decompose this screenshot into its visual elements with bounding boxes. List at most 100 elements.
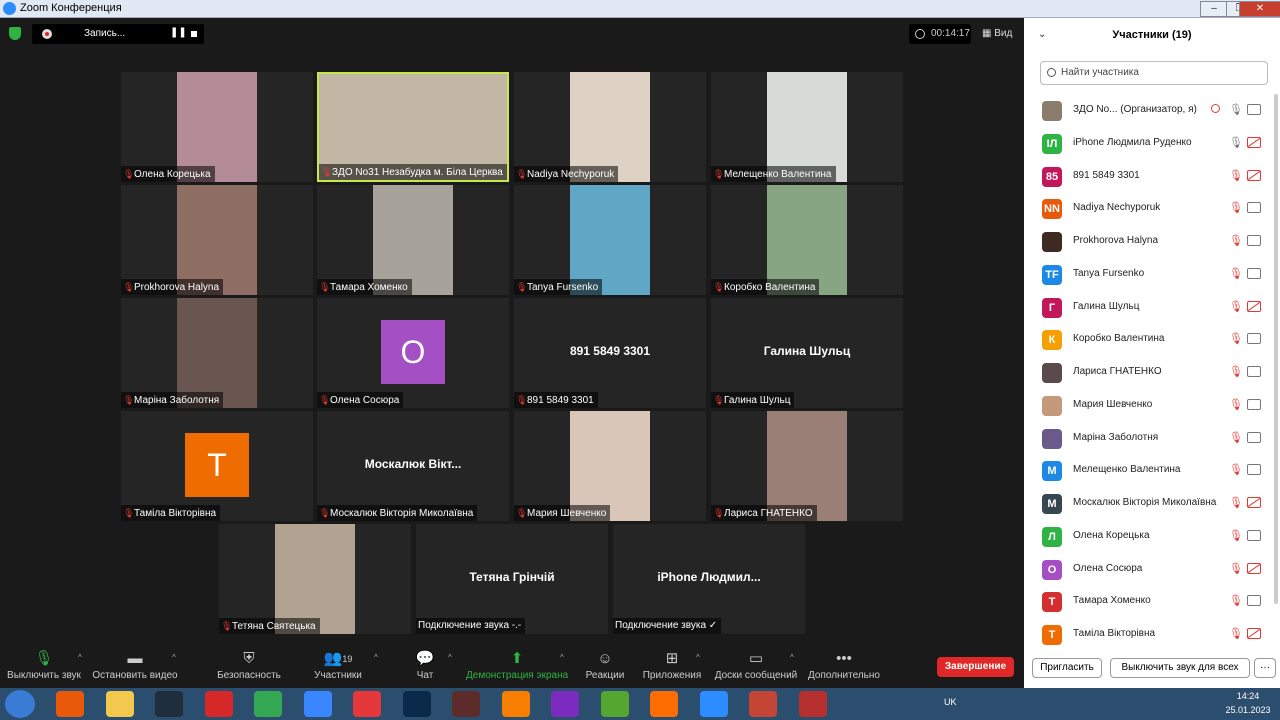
participant-video-tile[interactable]: 🎙Мария Шевченко bbox=[514, 411, 706, 521]
file-explorer-icon[interactable] bbox=[105, 691, 134, 717]
start-button[interactable] bbox=[5, 690, 35, 718]
mute-all-button[interactable]: Выключить звук для всех bbox=[1110, 658, 1250, 678]
participant-video-tile[interactable]: 🎙ЗДО No31 Незабудка м. Біла Церква bbox=[317, 72, 509, 182]
participant-video-tile[interactable]: Галина Шульц 🎙Галина Шульц bbox=[711, 298, 903, 408]
participants-button[interactable]: 👥19 Участники ^ bbox=[310, 648, 378, 688]
media-player-icon[interactable] bbox=[56, 691, 84, 717]
participant-video-tile[interactable]: 🎙Prokhorova Halyna bbox=[121, 185, 313, 295]
video-editor-icon[interactable] bbox=[452, 691, 480, 717]
viber-icon[interactable] bbox=[551, 691, 579, 717]
muted-microphone-icon[interactable]: 🎙 bbox=[1229, 365, 1243, 378]
participant-list-item[interactable]: Маріна Заболотня 🎙 bbox=[1024, 422, 1274, 455]
participant-video-tile[interactable]: 🎙Маріна Заболотня bbox=[121, 298, 313, 408]
participant-video-tile[interactable]: О 🎙Олена Сосюра bbox=[317, 298, 509, 408]
chat-button[interactable]: 💬 Чат ^ bbox=[410, 648, 452, 688]
microphone-icon[interactable]: 🎙 bbox=[1229, 103, 1243, 116]
stop-video-button[interactable]: ▬ Остановить видео ^ bbox=[92, 648, 178, 688]
photoshop-icon[interactable] bbox=[402, 691, 431, 717]
participant-list-item[interactable]: TF Tanya Fursenko 🎙 bbox=[1024, 258, 1274, 291]
participant-list-item[interactable]: О Олена Сосюра 🎙 bbox=[1024, 553, 1274, 586]
participant-list-item[interactable]: Мария Шевченко 🎙 bbox=[1024, 389, 1274, 422]
panel-more-button[interactable]: ··· bbox=[1254, 658, 1276, 678]
muted-microphone-icon[interactable]: 🎙 bbox=[1229, 300, 1243, 313]
muted-microphone-icon[interactable]: 🎙 bbox=[1229, 463, 1243, 476]
zoom-icon[interactable] bbox=[699, 691, 728, 717]
close-window-button[interactable]: ✕ bbox=[1239, 1, 1280, 17]
muted-microphone-icon[interactable]: 🎙 bbox=[1229, 201, 1243, 214]
video-camera-icon[interactable] bbox=[1247, 333, 1261, 345]
invite-button[interactable]: Пригласить bbox=[1032, 658, 1102, 678]
clock-date[interactable]: 25.01.2023 bbox=[1220, 705, 1276, 715]
red-app-icon[interactable] bbox=[204, 691, 233, 717]
participant-list-item[interactable]: IЛ iPhone Людмила Руденко 🎙 bbox=[1024, 127, 1274, 160]
video-camera-icon[interactable] bbox=[1247, 595, 1261, 607]
share-screen-button[interactable]: ⬆ Демонстрация экрана ^ bbox=[466, 648, 568, 688]
browser-icon[interactable] bbox=[303, 691, 332, 717]
participant-list-item[interactable]: NN Nadiya Nechyporuk 🎙 bbox=[1024, 192, 1274, 225]
video-camera-icon[interactable] bbox=[1247, 464, 1261, 476]
participant-list-item[interactable]: М Москалюк Вікторія Миколаївна 🎙 bbox=[1024, 487, 1274, 520]
muted-microphone-icon[interactable]: 🎙 bbox=[1229, 594, 1243, 607]
participant-video-tile[interactable]: 🎙Лариса ГНАТЕНКО bbox=[711, 411, 903, 521]
opera-icon[interactable] bbox=[353, 691, 381, 717]
stop-recording-button[interactable] bbox=[191, 31, 197, 37]
whiteboards-button[interactable]: ▭ Доски сообщений ^ bbox=[714, 648, 798, 688]
muted-microphone-icon[interactable]: 🎙 bbox=[1229, 529, 1243, 542]
video-off-icon[interactable] bbox=[1247, 300, 1261, 312]
apps-button[interactable]: ⊞ Приложения ^ bbox=[642, 648, 702, 688]
video-camera-icon[interactable] bbox=[1247, 366, 1261, 377]
participant-list-item[interactable]: Т Таміла Вікторівна 🎙 bbox=[1024, 618, 1274, 651]
audio-options-chevron-icon[interactable]: ^ bbox=[78, 653, 82, 662]
participant-list-item[interactable]: Л Олена Корецька 🎙 bbox=[1024, 520, 1274, 553]
participant-video-tile[interactable]: 🎙Тетяна Святецька bbox=[219, 524, 411, 634]
participant-list-scrollbar[interactable] bbox=[1274, 94, 1278, 604]
more-button[interactable]: ••• Дополнительно bbox=[808, 648, 880, 688]
participant-video-tile[interactable]: 🎙Nadiya Nechyporuk bbox=[514, 72, 706, 182]
chrome-icon[interactable] bbox=[254, 691, 282, 717]
video-options-chevron-icon[interactable]: ^ bbox=[172, 653, 176, 662]
participant-video-tile[interactable]: 🎙Тамара Хоменко bbox=[317, 185, 509, 295]
muted-microphone-icon[interactable]: 🎙 bbox=[1229, 267, 1243, 280]
participant-video-tile[interactable]: Т 🎙Таміла Вікторівна bbox=[121, 411, 313, 521]
whiteboards-options-chevron-icon[interactable]: ^ bbox=[790, 653, 794, 662]
reactions-button[interactable]: ☺ Реакции bbox=[584, 648, 626, 688]
video-camera-icon[interactable] bbox=[1247, 267, 1261, 279]
participant-video-tile[interactable]: 🎙Коробко Валентина bbox=[711, 185, 903, 295]
participant-list-item[interactable]: М Мелещенко Валентина 🎙 bbox=[1024, 454, 1274, 487]
participants-options-chevron-icon[interactable]: ^ bbox=[374, 653, 378, 662]
apps-options-chevron-icon[interactable]: ^ bbox=[696, 653, 700, 662]
muted-microphone-icon[interactable]: 🎙 bbox=[1229, 627, 1243, 640]
lightroom-icon[interactable] bbox=[155, 691, 183, 717]
participant-list-item[interactable]: Т Тамара Хоменко 🎙 bbox=[1024, 585, 1274, 618]
participant-video-tile[interactable]: iPhone Людмил... Подключение звука ✓ bbox=[613, 524, 805, 634]
muted-microphone-icon[interactable]: 🎙 bbox=[1229, 431, 1243, 444]
muted-microphone-icon[interactable]: 🎙 bbox=[1229, 169, 1243, 182]
participant-video-tile[interactable]: Москалюк Вікт... 🎙Москалюк Вікторія Микол… bbox=[317, 411, 509, 521]
video-off-icon[interactable] bbox=[1247, 562, 1261, 574]
muted-microphone-icon[interactable]: 🎙 bbox=[1229, 234, 1243, 247]
clock-time[interactable]: 14:24 bbox=[1220, 691, 1276, 701]
video-off-icon[interactable] bbox=[1247, 169, 1261, 181]
participant-search-input[interactable]: Найти участника bbox=[1040, 61, 1268, 85]
end-meeting-button[interactable]: Завершение bbox=[937, 657, 1014, 677]
video-off-icon[interactable] bbox=[1247, 136, 1261, 148]
participant-list-item[interactable]: Г Галина Шульц 🎙 bbox=[1024, 291, 1274, 324]
video-camera-icon[interactable] bbox=[1247, 398, 1261, 410]
participant-list-item[interactable]: ЗДО No... (Организатор, я) 🎙 bbox=[1024, 94, 1274, 127]
video-camera-icon[interactable] bbox=[1247, 235, 1261, 246]
participant-video-tile[interactable]: Тетяна Грінчій Подключение звука -.- bbox=[416, 524, 608, 634]
participant-video-tile[interactable]: 🎙Мелещенко Валентина bbox=[711, 72, 903, 182]
participant-video-tile[interactable]: 891 5849 3301 🎙891 5849 3301 bbox=[514, 298, 706, 408]
presentation-icon[interactable] bbox=[798, 691, 827, 717]
minimize-button[interactable]: – bbox=[1200, 1, 1228, 17]
collapse-chevron-icon[interactable]: ⌄ bbox=[1038, 18, 1046, 52]
view-button[interactable]: ▦ Вид bbox=[982, 24, 1012, 44]
video-camera-icon[interactable] bbox=[1247, 104, 1261, 115]
video-camera-icon[interactable] bbox=[1247, 202, 1261, 214]
firefox-icon[interactable] bbox=[650, 691, 678, 717]
video-camera-icon[interactable] bbox=[1247, 431, 1261, 443]
video-off-icon[interactable] bbox=[1247, 628, 1261, 639]
participant-list-item[interactable]: Prokhorova Halyna 🎙 bbox=[1024, 225, 1274, 258]
participant-list-item[interactable]: К Коробко Валентина 🎙 bbox=[1024, 323, 1274, 356]
share-options-chevron-icon[interactable]: ^ bbox=[560, 653, 564, 662]
